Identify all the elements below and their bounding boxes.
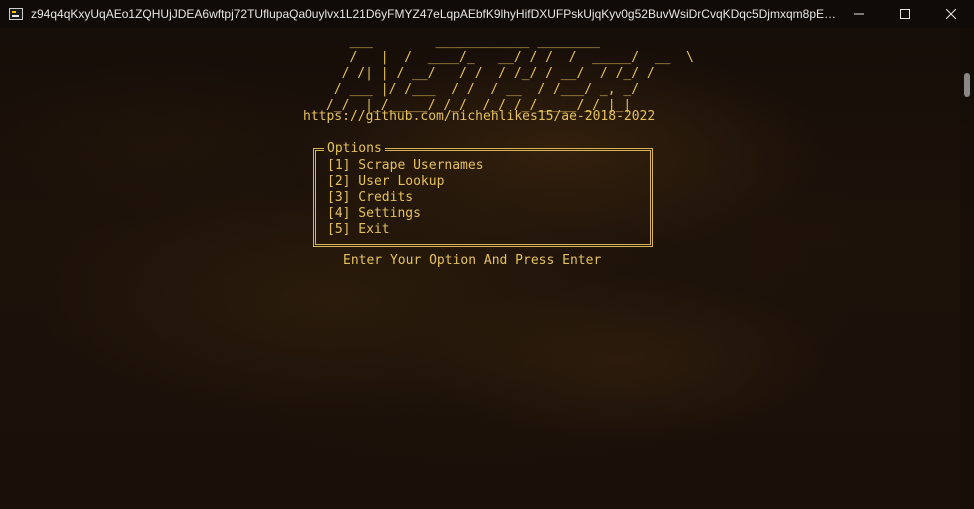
menu-option-exit[interactable]: [5] Exit <box>327 222 484 238</box>
close-button[interactable] <box>928 0 974 28</box>
terminal-window: z94q4qKxyUqAEo1ZQHUjJDEA6wftpj72TUflupaQ… <box>0 0 974 509</box>
window-controls <box>836 0 974 28</box>
scrollbar-thumb[interactable] <box>964 73 970 97</box>
minimize-button[interactable] <box>836 0 882 28</box>
menu-option-settings[interactable]: [4] Settings <box>327 206 484 222</box>
options-menu-list: [1] Scrape Usernames [2] User Lookup [3]… <box>327 158 484 238</box>
options-menu-box: Options [1] Scrape Usernames [2] User Lo… <box>313 141 653 247</box>
terminal-app-icon <box>9 8 23 20</box>
repository-url: https://github.com/nichehlikes15/ae-2018… <box>303 109 656 124</box>
close-icon <box>946 9 956 19</box>
maximize-button[interactable] <box>882 0 928 28</box>
minimize-icon <box>854 13 864 15</box>
window-title: z94q4qKxyUqAEo1ZQHUjJDEA6wftpj72TUflupaQ… <box>31 7 843 21</box>
options-menu-title: Options <box>324 141 385 157</box>
menu-option-user-lookup[interactable]: [2] User Lookup <box>327 174 484 190</box>
menu-option-credits[interactable]: [3] Credits <box>327 190 484 206</box>
maximize-icon <box>900 9 910 19</box>
input-prompt: Enter Your Option And Press Enter <box>343 253 602 268</box>
ascii-banner-logo: ___ ____________ ________ / | / ____/_ _… <box>326 34 694 113</box>
title-bar[interactable]: z94q4qKxyUqAEo1ZQHUjJDEA6wftpj72TUflupaQ… <box>0 0 974 28</box>
menu-option-scrape-usernames[interactable]: [1] Scrape Usernames <box>327 158 484 174</box>
vertical-scrollbar[interactable] <box>960 28 974 509</box>
